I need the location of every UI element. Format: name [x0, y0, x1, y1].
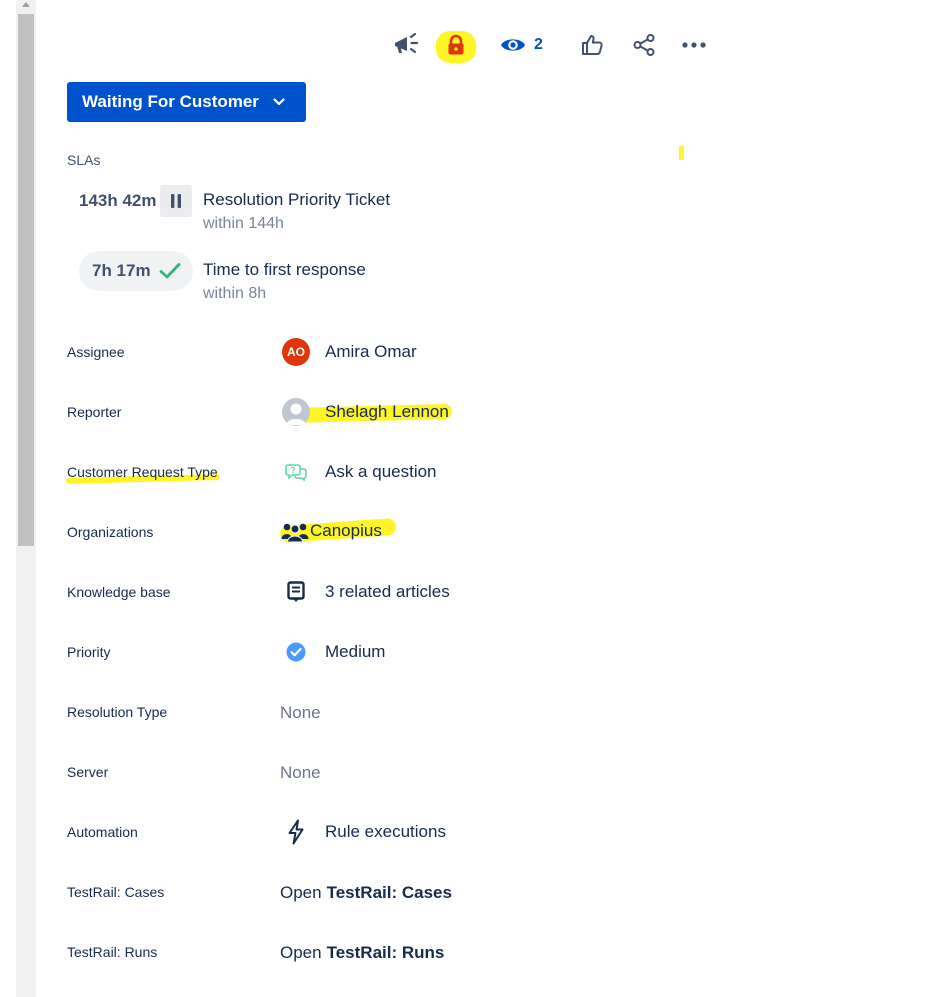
article-icon — [280, 576, 312, 608]
testrail-cases-link[interactable]: TestRail: Cases — [327, 883, 452, 903]
request-type-name: Ask a question — [325, 462, 437, 481]
question-bubble-icon: ? — [280, 456, 312, 488]
lock-icon — [448, 34, 464, 55]
sla-name: Time to first response — [203, 260, 366, 279]
assignee-name: Amira Omar — [325, 342, 417, 361]
svg-text:?: ? — [291, 466, 296, 475]
field-value-testrail-cases[interactable]: Open TestRail: Cases — [280, 883, 452, 903]
thumbs-up-icon — [582, 35, 603, 55]
field-value-knowledge-base[interactable]: 3 related articles — [280, 576, 450, 608]
sla-time: 143h 42m — [79, 191, 157, 210]
avatar: AO — [282, 338, 310, 366]
watchers-count: 2 — [534, 36, 543, 53]
organization-name: Canopius — [310, 521, 382, 540]
priority-name: Medium — [325, 642, 386, 661]
field-label-resolution-type: Resolution Type — [67, 704, 168, 720]
field-value-testrail-runs[interactable]: Open TestRail: Runs — [280, 943, 444, 963]
chevron-down-icon — [273, 98, 285, 106]
field-value-automation[interactable]: Rule executions — [280, 816, 446, 848]
field-value-assignee[interactable]: AO Amira Omar — [280, 336, 417, 368]
reporter-name: Shelagh Lennon — [325, 402, 449, 421]
eye-icon — [501, 39, 525, 51]
field-value-organizations[interactable]: Canopius — [280, 515, 382, 547]
sla-time: 7h 17m — [92, 261, 151, 280]
field-value-reporter[interactable]: Shelagh Lennon — [280, 396, 449, 428]
more-actions-button[interactable] — [678, 27, 710, 63]
announce-button[interactable] — [390, 27, 422, 63]
megaphone-icon — [395, 32, 419, 54]
testrail-runs-prefix: Open — [280, 943, 322, 962]
field-label-knowledge-base: Knowledge base — [67, 584, 171, 600]
restriction-lock-button[interactable] — [440, 27, 472, 63]
share-button[interactable] — [628, 27, 660, 63]
field-value-priority[interactable]: Medium — [280, 636, 385, 668]
sla-timer: 143h 42m — [79, 181, 193, 221]
field-label-request-type: Customer Request Type — [67, 464, 218, 480]
field-value-request-type[interactable]: ? Ask a question — [280, 456, 437, 488]
priority-check-circle-icon — [280, 636, 312, 668]
checkmark-icon — [159, 262, 181, 280]
status-label: Waiting For Customer — [82, 92, 259, 111]
watchers-button[interactable]: 2 — [500, 27, 550, 63]
lightning-bolt-icon — [280, 816, 312, 848]
highlight-mark — [679, 146, 684, 160]
scrollbar-thumb[interactable] — [18, 14, 34, 546]
sla-section-title: SLAs — [67, 152, 101, 168]
sla-target: within 144h — [203, 215, 284, 232]
avatar-placeholder-icon — [282, 398, 310, 426]
field-label-reporter: Reporter — [67, 404, 122, 420]
pause-icon — [160, 185, 192, 217]
field-label-automation: Automation — [67, 824, 138, 840]
automation-link[interactable]: Rule executions — [325, 822, 446, 842]
sla-name: Resolution Priority Ticket — [203, 190, 391, 209]
testrail-runs-link[interactable]: TestRail: Runs — [327, 943, 445, 963]
field-label-server: Server — [67, 764, 109, 780]
field-label-organizations: Organizations — [67, 524, 154, 540]
field-label-assignee: Assignee — [67, 344, 125, 360]
like-button[interactable] — [576, 27, 608, 63]
field-value-resolution-type[interactable]: None — [280, 703, 321, 723]
people-group-icon — [280, 515, 310, 547]
field-label-testrail-runs: TestRail: Runs — [67, 944, 158, 960]
more-icon — [682, 42, 706, 48]
sla-timer: 7h 17m — [79, 251, 193, 291]
knowledge-base-link[interactable]: 3 related articles — [325, 582, 450, 602]
share-icon — [633, 34, 655, 56]
status-transition-button[interactable]: Waiting For Customer — [67, 82, 306, 122]
field-label-priority: Priority — [67, 644, 111, 660]
field-value-server[interactable]: None — [280, 763, 321, 783]
sla-target: within 8h — [203, 285, 267, 302]
testrail-cases-prefix: Open — [280, 883, 322, 902]
scroll-up-arrow-icon[interactable] — [22, 2, 30, 7]
field-label-testrail-cases: TestRail: Cases — [67, 884, 165, 900]
